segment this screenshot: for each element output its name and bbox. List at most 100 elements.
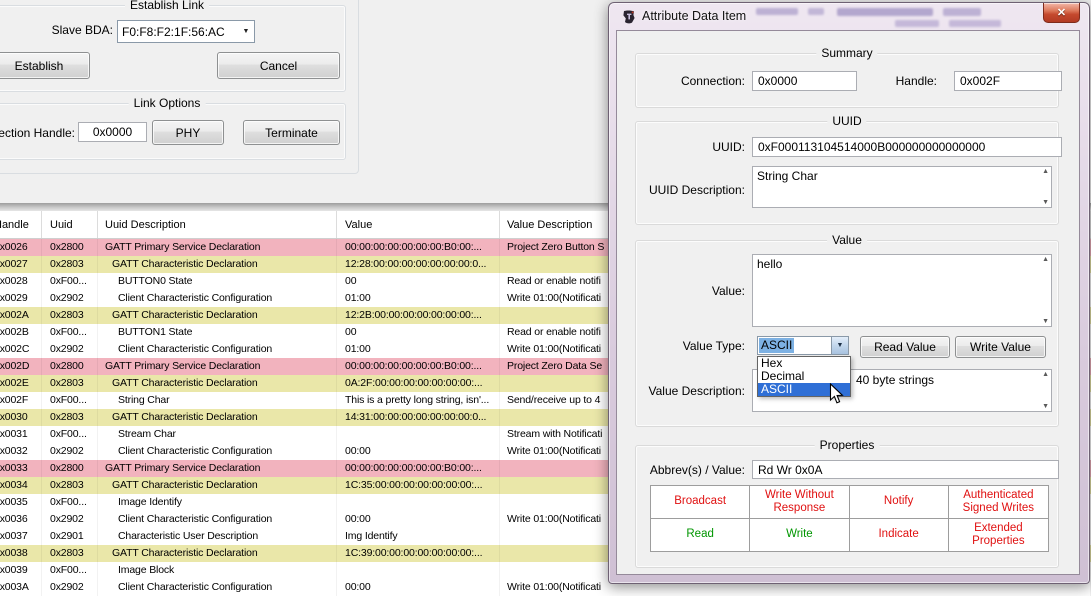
cell-uuid: 0x2803 bbox=[42, 307, 98, 324]
value-description-label: Value Description: bbox=[637, 384, 745, 398]
cell-handle: 0x0038 bbox=[0, 545, 42, 562]
header-value[interactable]: Value bbox=[337, 211, 500, 238]
glass-reflection bbox=[943, 8, 981, 16]
write-value-button[interactable]: Write Value bbox=[955, 336, 1046, 358]
cell-uuid-description: GATT Primary Service Declaration bbox=[98, 460, 337, 477]
read-value-button[interactable]: Read Value bbox=[860, 336, 950, 358]
cell-handle: 0x002E bbox=[0, 375, 42, 392]
abbrev-value-label: Abbrev(s) / Value: bbox=[637, 463, 745, 477]
glass-reflection bbox=[808, 8, 824, 15]
value-type-selected: ASCII bbox=[759, 338, 794, 353]
header-handle[interactable]: Handle bbox=[0, 211, 42, 238]
uuid-description-value: String Char bbox=[757, 169, 818, 183]
scroll-up-icon[interactable]: ▲ bbox=[1042, 371, 1049, 378]
header-uuid[interactable]: Uuid bbox=[42, 211, 98, 238]
cell-uuid: 0x2800 bbox=[42, 239, 98, 256]
slave-bda-combobox[interactable]: F0:F8:F2:1F:56:AC ▼ bbox=[117, 20, 255, 43]
cell-uuid: 0x2902 bbox=[42, 341, 98, 358]
cell-value: 00:00:00:00:00:00:00:B0:00:... bbox=[337, 358, 500, 375]
handle-label: Handle: bbox=[847, 74, 937, 88]
cell-value: 01:00 bbox=[337, 341, 500, 358]
cell-value: 00 bbox=[337, 324, 500, 341]
cell-value: 00:00 bbox=[337, 579, 500, 596]
scroll-down-icon[interactable]: ▼ bbox=[1042, 403, 1049, 410]
cell-handle: 0x0037 bbox=[0, 528, 42, 545]
value-label: Value: bbox=[637, 284, 745, 298]
cell-value: 14:31:00:00:00:00:00:00:00:0... bbox=[337, 409, 500, 426]
chevron-down-icon[interactable]: ▼ bbox=[238, 21, 254, 42]
property-cell-notify: Notify bbox=[850, 486, 949, 519]
scroll-up-icon[interactable]: ▲ bbox=[1042, 256, 1049, 263]
cell-uuid: 0x2902 bbox=[42, 511, 98, 528]
close-button[interactable]: ✕ bbox=[1043, 3, 1080, 23]
scroll-down-icon[interactable]: ▼ bbox=[1042, 318, 1049, 325]
cell-handle: 0x0029 bbox=[0, 290, 42, 307]
uuid-description-field[interactable]: String Char ▲ ▼ bbox=[752, 166, 1052, 208]
value-field[interactable]: hello ▲ ▼ bbox=[752, 254, 1052, 327]
chevron-down-icon[interactable]: ▼ bbox=[831, 337, 848, 354]
cell-value: 12:28:00:00:00:00:00:00:00:0... bbox=[337, 256, 500, 273]
connection-value-field[interactable]: 0x0000 bbox=[752, 71, 857, 91]
handle-value-field[interactable]: 0x002F bbox=[954, 71, 1062, 91]
glass-reflection bbox=[949, 20, 1001, 27]
cell-uuid-description: Client Characteristic Configuration bbox=[98, 341, 337, 358]
value-group-title: Value bbox=[827, 233, 867, 247]
cell-handle: 0x002C bbox=[0, 341, 42, 358]
cell-uuid: 0xF00... bbox=[42, 273, 98, 290]
uuid-label: UUID: bbox=[637, 140, 745, 154]
cell-uuid: 0x2800 bbox=[42, 460, 98, 477]
cell-value: 0A:2F:00:00:00:00:00:00:00:... bbox=[337, 375, 500, 392]
connection-handle-label: Connection Handle: bbox=[0, 126, 75, 140]
establish-button[interactable]: Establish bbox=[0, 52, 90, 79]
property-cell-write: Write bbox=[750, 519, 849, 552]
cell-uuid: 0x2901 bbox=[42, 528, 98, 545]
cell-value: 00:00 bbox=[337, 511, 500, 528]
establish-link-group-title: Establish Link bbox=[125, 0, 209, 12]
cell-uuid: 0x2902 bbox=[42, 579, 98, 596]
cell-uuid: 0x2803 bbox=[42, 256, 98, 273]
cell-uuid: 0xF00... bbox=[42, 392, 98, 409]
abbrev-value: Rd Wr 0x0A bbox=[758, 463, 822, 477]
cell-uuid-description: GATT Primary Service Declaration bbox=[98, 239, 337, 256]
cell-handle: 0x0028 bbox=[0, 273, 42, 290]
uuid-description-label: UUID Description: bbox=[637, 183, 745, 197]
abbrev-value-field[interactable]: Rd Wr 0x0A bbox=[752, 460, 1059, 479]
cancel-button[interactable]: Cancel bbox=[217, 52, 340, 79]
uuid-value-field[interactable]: 0xF000113104514000B000000000000000 bbox=[752, 137, 1062, 157]
ti-logo-icon bbox=[621, 9, 637, 25]
scroll-up-icon[interactable]: ▲ bbox=[1042, 168, 1049, 175]
cell-handle: 0x002A bbox=[0, 307, 42, 324]
cell-uuid-description: GATT Characteristic Declaration bbox=[98, 545, 337, 562]
cell-value bbox=[337, 426, 500, 443]
cell-value: 1C:39:00:00:00:00:00:00:00:... bbox=[337, 545, 500, 562]
property-cell-extended-properties: Extended Properties bbox=[949, 519, 1048, 552]
cell-handle: 0x0039 bbox=[0, 562, 42, 579]
cell-uuid-description: Characteristic User Description bbox=[98, 528, 337, 545]
properties-group-title: Properties bbox=[815, 438, 880, 452]
value-type-label: Value Type: bbox=[637, 339, 745, 353]
connection-value: 0x0000 bbox=[758, 74, 797, 88]
phy-button[interactable]: PHY bbox=[152, 120, 224, 145]
cell-uuid: 0x2803 bbox=[42, 375, 98, 392]
cell-uuid: 0x2803 bbox=[42, 409, 98, 426]
cell-uuid-description: Client Characteristic Configuration bbox=[98, 290, 337, 307]
handle-value: 0x002F bbox=[960, 74, 1000, 88]
cell-uuid-description: String Char bbox=[98, 392, 337, 409]
cell-uuid: 0xF00... bbox=[42, 562, 98, 579]
cell-uuid: 0xF00... bbox=[42, 324, 98, 341]
cell-uuid-description: Client Characteristic Configuration bbox=[98, 579, 337, 596]
terminate-button[interactable]: Terminate bbox=[243, 120, 340, 145]
dialog-titlebar[interactable]: Attribute Data Item ✕ bbox=[609, 3, 1089, 30]
property-cell-broadcast: Broadcast bbox=[651, 486, 750, 519]
value-type-combobox[interactable]: ASCII ▼ bbox=[757, 336, 849, 355]
header-uuid-description[interactable]: Uuid Description bbox=[98, 211, 337, 238]
uuid-value: 0xF000113104514000B000000000000000 bbox=[758, 140, 985, 154]
cell-handle: 0x0034 bbox=[0, 477, 42, 494]
dialog-title: Attribute Data Item bbox=[642, 9, 746, 23]
cell-handle: 0x0036 bbox=[0, 511, 42, 528]
scroll-down-icon[interactable]: ▼ bbox=[1042, 199, 1049, 206]
attribute-data-item-dialog: Attribute Data Item ✕ Summary Connection… bbox=[608, 2, 1090, 584]
cell-value: 00:00:00:00:00:00:00:B0:00:... bbox=[337, 239, 500, 256]
connection-handle-field[interactable]: 0x0000 bbox=[78, 122, 147, 142]
connection-handle-value: 0x0000 bbox=[93, 125, 132, 139]
